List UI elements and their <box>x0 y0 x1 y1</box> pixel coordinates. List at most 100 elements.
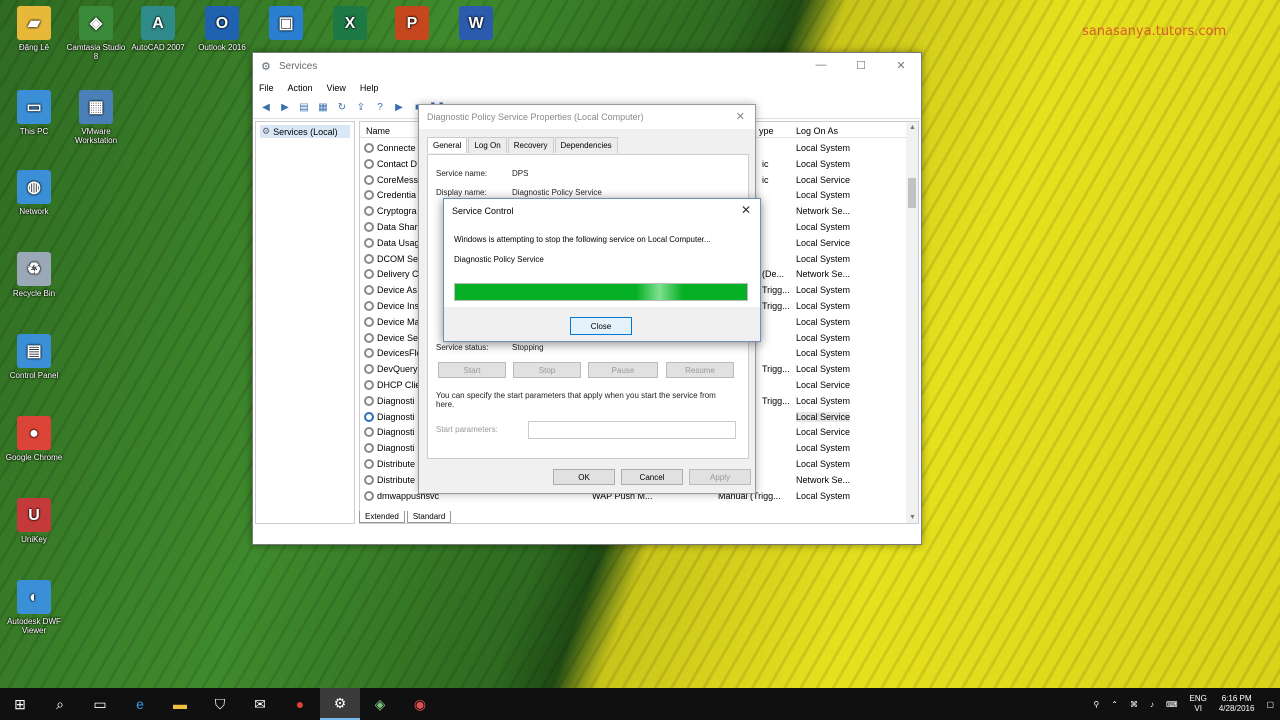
chrome-icon: ● <box>17 416 51 450</box>
desktop-icon-label: Network <box>19 207 49 216</box>
service-gear-icon <box>364 379 374 390</box>
service-logon-cell: Local Service <box>796 379 851 390</box>
help-icon[interactable]: ? <box>373 101 387 115</box>
desktop-icon-remote-desktop[interactable]: ▣ <box>254 6 318 43</box>
task-view-icon[interactable]: ▭ <box>80 688 120 720</box>
services-icon[interactable]: ⚙ <box>320 688 360 720</box>
tree-node-services-local[interactable]: ⚙ Services (Local) <box>260 125 350 138</box>
people-icon[interactable]: ⚲ <box>1093 700 1099 709</box>
desktop-icon-folder[interactable]: ▰ Đặng Lê <box>2 6 66 52</box>
properties-icon[interactable]: ▦ <box>316 101 330 115</box>
minimize-button[interactable]: — <box>801 53 841 77</box>
desktop-icon-unikey[interactable]: U UniKey <box>2 498 66 544</box>
cancel-button[interactable]: Cancel <box>621 469 683 485</box>
clock-time: 6:16 PM <box>1221 694 1252 703</box>
language-indicator[interactable]: ENG VI <box>1190 694 1207 714</box>
chrome-icon[interactable]: ● <box>280 688 320 720</box>
scroll-thumb[interactable] <box>908 178 916 208</box>
desktop-icon-word[interactable]: W <box>444 6 508 43</box>
service-name-cell: Diagnosti <box>377 395 415 406</box>
pause-button[interactable]: Pause <box>588 362 658 378</box>
search-icon[interactable]: ⌕ <box>40 688 80 720</box>
action-center-icon[interactable]: ▢ <box>1266 700 1274 709</box>
menu-help[interactable]: Help <box>360 83 379 93</box>
show-hidden-icons-icon[interactable]: ⌃ <box>1111 700 1118 709</box>
console-tree[interactable]: ⚙ Services (Local) <box>255 121 355 524</box>
camtasia-recorder-icon[interactable]: ◉ <box>400 688 440 720</box>
service-name-cell: CoreMess <box>377 174 419 185</box>
menu-file[interactable]: File <box>259 83 274 93</box>
edge-icon[interactable]: e <box>120 688 160 720</box>
start-icon[interactable]: ⊞ <box>0 688 40 720</box>
desktop-icon-control-panel[interactable]: ▤ Control Panel <box>2 334 66 380</box>
service-logon-cell: Local Service <box>796 174 851 185</box>
refresh-icon[interactable]: ↻ <box>335 101 349 115</box>
properties-close-icon[interactable]: ✕ <box>736 110 745 123</box>
desktop-icon-vmware[interactable]: ▦ VMware Workstation <box>64 90 128 145</box>
column-name[interactable]: Name <box>366 126 390 136</box>
column-startup-type[interactable]: ype <box>759 126 774 136</box>
tab-log-on[interactable]: Log On <box>468 137 507 153</box>
console-tree-icon[interactable]: ▤ <box>297 101 311 115</box>
vertical-scrollbar[interactable]: ▲ ▼ <box>906 122 918 523</box>
back-icon[interactable]: ◀ <box>259 101 273 115</box>
file-explorer-icon[interactable]: ▬ <box>160 688 200 720</box>
watermark-text: sanasanya.tutors.com <box>1082 24 1227 39</box>
tab-general[interactable]: General <box>427 137 468 153</box>
service-control-close-icon[interactable]: ✕ <box>741 203 751 217</box>
service-logon-cell: Local System <box>796 443 851 454</box>
desktop-icon-dwf-viewer[interactable]: ◐ Autodesk DWF Viewer <box>2 580 66 635</box>
tab-extended[interactable]: Extended <box>359 511 405 523</box>
keyboard-icon[interactable]: ⌨ <box>1166 700 1178 709</box>
desktop-icon-powerpoint[interactable]: P <box>380 6 444 43</box>
scroll-down-icon[interactable]: ▼ <box>909 514 916 521</box>
outlook-icon: O <box>205 6 239 40</box>
stop-button[interactable]: Stop <box>513 362 581 378</box>
progress-fill <box>455 284 747 300</box>
service-control-dialog[interactable]: Service Control ✕ Windows is attempting … <box>443 198 761 342</box>
store-icon[interactable]: ⛉ <box>200 688 240 720</box>
menu-action[interactable]: Action <box>288 83 313 93</box>
service-name-cell: Diagnosti <box>377 443 415 454</box>
tab-dependencies[interactable]: Dependencies <box>554 137 618 153</box>
network-tray-icon[interactable]: ⌘ <box>1130 700 1138 709</box>
column-log-on-as[interactable]: Log On As <box>796 126 838 136</box>
folder-icon: ▰ <box>17 6 51 40</box>
desktop-icon-excel[interactable]: X <box>318 6 382 43</box>
excel-icon: X <box>333 6 367 40</box>
desktop-icon-chrome[interactable]: ● Google Chrome <box>2 416 66 462</box>
export-icon[interactable]: ⇪ <box>354 101 368 115</box>
desktop-icon-recycle-bin[interactable]: ♻ Recycle Bin <box>2 252 66 298</box>
apply-button[interactable]: Apply <box>689 469 751 485</box>
resume-button[interactable]: Resume <box>666 362 734 378</box>
desktop-icon-outlook[interactable]: O Outlook 2016 <box>190 6 254 52</box>
desktop-icon-autocad[interactable]: A AutoCAD 2007 <box>126 6 190 52</box>
desktop-icon-this-pc[interactable]: ▭ This PC <box>2 90 66 136</box>
close-dialog-button[interactable]: Close <box>570 317 632 335</box>
service-status-value: Stopping <box>512 343 544 352</box>
mail-icon[interactable]: ✉ <box>240 688 280 720</box>
desktop-icon-label: AutoCAD 2007 <box>131 43 185 52</box>
service-logon-cell: Local System <box>796 285 851 296</box>
maximize-button[interactable]: ☐ <box>841 53 881 77</box>
desktop-icon-camtasia[interactable]: ◈ Camtasia Studio 8 <box>64 6 128 61</box>
clock-date: 4/28/2016 <box>1218 704 1255 713</box>
volume-icon[interactable]: ♪ <box>1150 700 1154 709</box>
forward-icon[interactable]: ▶ <box>278 101 292 115</box>
scroll-up-icon[interactable]: ▲ <box>909 124 916 131</box>
start-params-hint: You can specify the start parameters tha… <box>436 391 716 409</box>
tab-standard[interactable]: Standard <box>406 511 452 523</box>
menu-view[interactable]: View <box>327 83 346 93</box>
tab-recovery[interactable]: Recovery <box>507 137 554 153</box>
desktop-icon-network[interactable]: ◍ Network <box>2 170 66 216</box>
ok-button[interactable]: OK <box>553 469 615 485</box>
service-startup-cell: Trigg... <box>762 285 790 296</box>
start-button[interactable]: Start <box>438 362 506 378</box>
camtasia-icon[interactable]: ◈ <box>360 688 400 720</box>
service-name-cell: Distribute <box>377 458 416 469</box>
start-params-input[interactable] <box>528 421 736 439</box>
close-button[interactable]: ✕ <box>881 53 921 77</box>
start-service-icon[interactable]: ▶ <box>392 101 406 115</box>
clock[interactable]: 6:16 PM 4/28/2016 <box>1219 694 1255 714</box>
service-gear-icon <box>364 269 374 280</box>
